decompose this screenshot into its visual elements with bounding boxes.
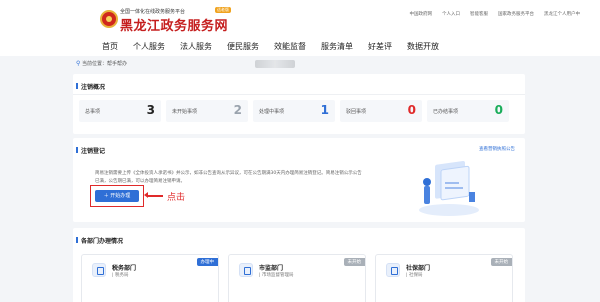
divider bbox=[73, 94, 525, 95]
department-sub: | 社保局 bbox=[406, 273, 423, 278]
stat-label: 驳回事项 bbox=[346, 109, 367, 115]
stat-processing[interactable]: 处理中事项 1 bbox=[253, 100, 335, 122]
nav-convenience[interactable]: 便民服务 bbox=[227, 41, 259, 52]
department-card-market[interactable]: 市监部门 | 市场监督管理局 未开始 bbox=[228, 254, 366, 302]
register-instructions: 简易注销需要上传《全体投资人承诺书》并公示，如非公告查询从示异议，可在公告期满3… bbox=[95, 171, 362, 184]
stat-value: 0 bbox=[407, 103, 416, 117]
location-pin-icon: ⚲ bbox=[76, 60, 81, 67]
departments-title: 各部门办理情况 bbox=[75, 237, 124, 245]
nav-service-list[interactable]: 服务清单 bbox=[321, 41, 353, 52]
stat-label: 未开始事项 bbox=[172, 109, 198, 115]
stat-rejected[interactable]: 驳回事项 0 bbox=[340, 100, 422, 122]
department-sub-label: 税务局 bbox=[114, 273, 129, 278]
status-badge: 未开始 bbox=[343, 258, 365, 266]
stat-value: 3 bbox=[146, 103, 155, 117]
nav-personal[interactable]: 个人服务 bbox=[133, 41, 165, 52]
overview-title: 注销概况 bbox=[75, 83, 106, 91]
department-name: 市监部门 bbox=[259, 265, 284, 272]
stat-not-started[interactable]: 未开始事项 2 bbox=[166, 100, 248, 122]
stats-row: 总事项 3 未开始事项 2 处理中事项 1 驳回事项 0 已办结事项 0 bbox=[79, 100, 509, 122]
nav-corporate[interactable]: 法人服务 bbox=[180, 41, 212, 52]
view-license-notice-link[interactable]: 查看营销执照公告 bbox=[479, 146, 515, 152]
stat-value: 0 bbox=[494, 103, 503, 117]
breadcrumb: ⚲ 当前位置：帮手帮办 bbox=[76, 60, 127, 67]
stat-label: 处理中事项 bbox=[259, 109, 285, 115]
departments-card: 各部门办理情况 税务部门 | 税务局 办理中 市监部门 | 市场监督管理局 未开… bbox=[73, 228, 525, 302]
department-name: 税务部门 bbox=[112, 265, 137, 272]
overview-card: 注销概况 总事项 3 未开始事项 2 处理中事项 1 驳回事项 0 已办结事项 … bbox=[73, 74, 525, 134]
arrow-left-icon bbox=[144, 192, 163, 198]
national-emblem-icon bbox=[100, 10, 118, 28]
department-sub-label: 市场监督管理局 bbox=[261, 273, 294, 278]
stat-label: 已办结事项 bbox=[433, 109, 459, 115]
department-sub: | 税务局 bbox=[112, 273, 129, 278]
stat-label: 总事项 bbox=[85, 109, 101, 115]
stat-total[interactable]: 总事项 3 bbox=[79, 100, 161, 122]
nav-open-data[interactable]: 数据开放 bbox=[407, 41, 439, 52]
department-sub: | 市场监督管理局 bbox=[259, 273, 294, 278]
status-badge: 未开始 bbox=[490, 258, 512, 266]
start-processing-button[interactable]: ＋ 开始办理 bbox=[95, 190, 139, 202]
site-title[interactable]: 黑龙江政务服务网 bbox=[120, 15, 228, 34]
breadcrumb-prefix: 当前位置： bbox=[82, 61, 108, 67]
main-nav: 首页 个人服务 法人服务 便民服务 效能监督 服务清单 好差评 数据开放 bbox=[102, 41, 439, 52]
department-list: 税务部门 | 税务局 办理中 市监部门 | 市场监督管理局 未开始 社保部门 |… bbox=[81, 254, 513, 302]
nav-home[interactable]: 首页 bbox=[102, 41, 118, 52]
department-icon bbox=[239, 263, 253, 277]
top-link-personal[interactable]: 个人入口 bbox=[442, 11, 460, 17]
top-links: 中国政府网 个人入口 智能客服 国家政务服务平台 黑龙江个人用户中 bbox=[410, 11, 581, 17]
click-annotation: 点击 bbox=[167, 193, 186, 203]
department-card-tax[interactable]: 税务部门 | 税务局 办理中 bbox=[81, 254, 219, 302]
top-link-gov[interactable]: 中国政府网 bbox=[410, 11, 433, 17]
department-card-social[interactable]: 社保部门 | 社保局 未开始 bbox=[375, 254, 513, 302]
department-icon bbox=[92, 263, 106, 277]
register-card: 注销登记 查看营销执照公告 简易注销需要上传《全体投资人承诺书》并公示，如非公告… bbox=[73, 138, 525, 222]
department-sub-label: 社保局 bbox=[408, 273, 423, 278]
department-name: 社保部门 bbox=[406, 265, 431, 272]
stat-value: 2 bbox=[233, 103, 242, 117]
illustration bbox=[419, 160, 479, 216]
brand-subtitle: 全国一体化在线政务服务平台 bbox=[120, 9, 186, 15]
top-link-national[interactable]: 国家政务服务平台 bbox=[498, 11, 534, 17]
department-icon bbox=[386, 263, 400, 277]
nav-rating[interactable]: 好差评 bbox=[368, 41, 392, 52]
elderly-mode-badge[interactable]: 适老版 bbox=[215, 7, 231, 13]
register-title: 注销登记 bbox=[75, 147, 106, 155]
top-link-user-center[interactable]: 黑龙江个人用户中 bbox=[544, 11, 580, 17]
redacted-text bbox=[255, 60, 295, 68]
top-link-service[interactable]: 智能客服 bbox=[470, 11, 488, 17]
breadcrumb-current[interactable]: 帮手帮办 bbox=[107, 61, 127, 67]
site-header: 全国一体化在线政务服务平台 适老版 黑龙江政务服务网 中国政府网 个人入口 智能… bbox=[0, 0, 600, 56]
stat-value: 1 bbox=[320, 103, 329, 117]
stat-completed[interactable]: 已办结事项 0 bbox=[427, 100, 509, 122]
status-badge: 办理中 bbox=[196, 258, 218, 266]
nav-supervision[interactable]: 效能监督 bbox=[274, 41, 306, 52]
